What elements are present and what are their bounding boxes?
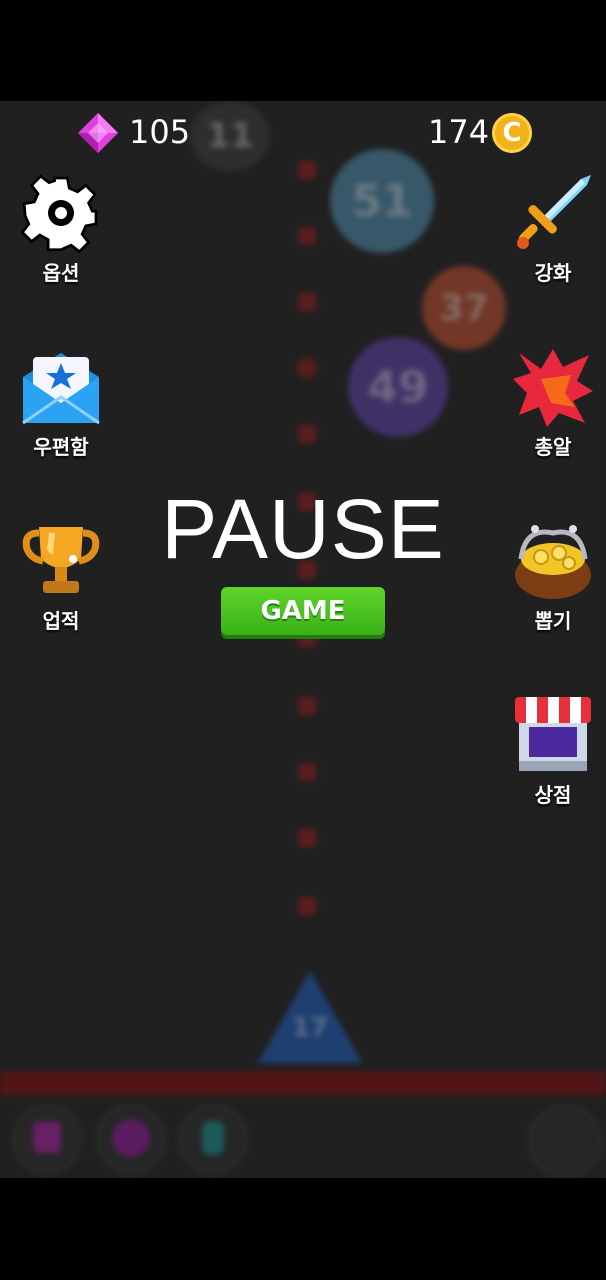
shop-icon	[515, 697, 591, 771]
bullets-label: 총알	[534, 435, 572, 459]
top-black-bar	[0, 0, 606, 101]
ball-11: 11	[190, 101, 270, 171]
mailbox-label: 우편함	[33, 435, 89, 459]
aim-dot	[298, 425, 316, 443]
mail-icon	[22, 353, 100, 425]
gem-count: 105	[129, 113, 191, 151]
options-label: 옵션	[42, 261, 80, 285]
aim-dot	[298, 227, 316, 245]
options-button[interactable]: 옵션	[11, 171, 111, 286]
shop-button[interactable]: 상점	[503, 693, 603, 808]
aim-dot	[298, 829, 316, 847]
skill-slot	[178, 1104, 248, 1174]
mailbox-button[interactable]: 우편함	[11, 345, 111, 460]
skill-slot	[96, 1104, 166, 1174]
gacha-label: 뽑기	[534, 609, 572, 633]
shop-label: 상점	[534, 783, 572, 807]
speed-slot	[528, 1104, 602, 1178]
aim-dot	[298, 293, 316, 311]
ball-37: 37	[422, 266, 506, 350]
aim-dot	[298, 359, 316, 377]
bottom-black-bar	[0, 1178, 606, 1280]
achievements-label: 업적	[42, 609, 80, 633]
launcher-count: 17	[291, 1013, 329, 1043]
upgrade-button[interactable]: 강화	[503, 171, 603, 286]
pause-title: PAUSE	[161, 482, 445, 576]
dead-line	[0, 1071, 606, 1095]
gem-icon	[78, 113, 118, 153]
bullet-icon	[513, 349, 593, 427]
coin-count: 174	[428, 113, 490, 151]
aim-dot	[298, 897, 316, 915]
aim-dot	[298, 763, 316, 781]
game-area: 11 51 37 49 17 105 174 C 옵션 우편함 업적 강화 총알…	[0, 101, 606, 1178]
ball-49: 49	[348, 337, 448, 437]
sword-icon	[517, 175, 591, 249]
ball-51: 51	[330, 149, 434, 253]
resume-game-button[interactable]: GAME	[221, 587, 385, 635]
skill-slot	[12, 1104, 82, 1174]
upgrade-label: 강화	[534, 261, 572, 285]
bullets-button[interactable]: 총알	[503, 345, 603, 460]
aim-dot	[298, 161, 316, 179]
gear-icon	[20, 174, 98, 254]
aim-dot	[298, 697, 316, 715]
coin-icon: C	[492, 113, 532, 153]
